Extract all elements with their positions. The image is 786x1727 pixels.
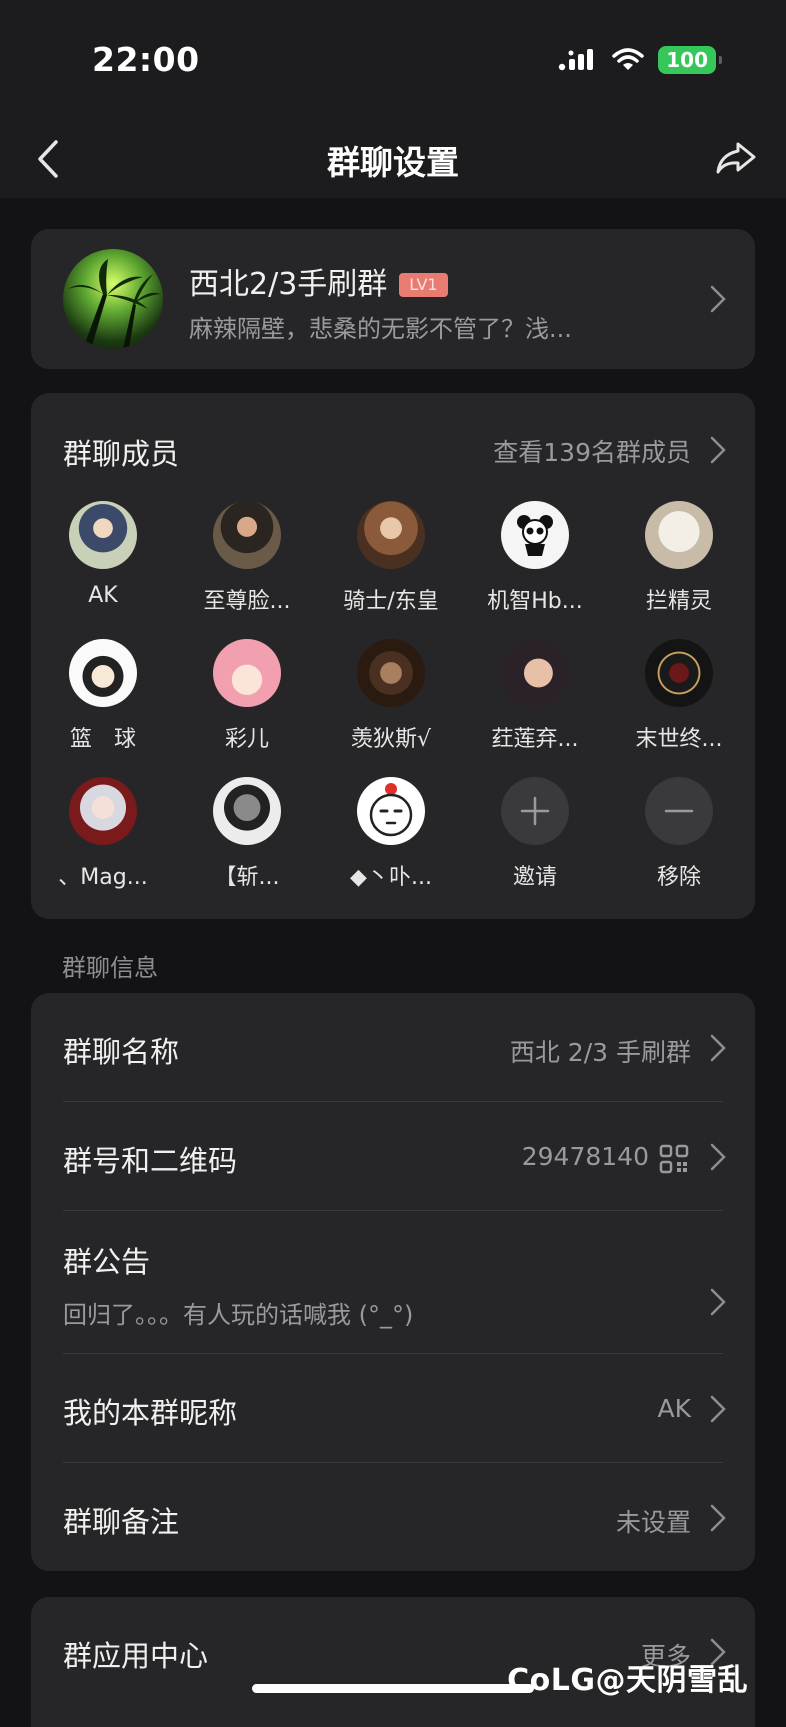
group-info-card: 群聊名称 西北 2/3 手刷群 群号和二维码 29478140 群公告 回归了。…: [31, 993, 755, 1571]
members-title: 群聊成员: [63, 437, 180, 471]
view-all-members-link[interactable]: 查看139名群成员: [493, 433, 691, 469]
member-avatar: [645, 501, 713, 569]
member-name: 拦精灵: [645, 589, 712, 614]
member-name: 末世终...: [635, 727, 723, 752]
member-name: 【斩...: [214, 865, 280, 890]
member-name: 、Mag...: [58, 865, 148, 890]
invite-member-button[interactable]: 邀请: [465, 777, 605, 891]
chevron-right-icon: [710, 1504, 726, 1532]
announcement-label: 群公告: [63, 1245, 151, 1279]
member-avatar: [69, 501, 137, 569]
announcement-row[interactable]: 群公告 回归了。。。有人玩的话喊我 (°_°): [31, 1211, 755, 1353]
member-name: 彩儿: [224, 727, 269, 752]
member-item[interactable]: 篮 球: [33, 639, 173, 753]
member-avatar: [213, 501, 281, 569]
member-item[interactable]: 彩儿: [177, 639, 317, 753]
member-item[interactable]: ◆丶卟...: [321, 777, 461, 891]
plus-icon: [501, 777, 569, 845]
member-item[interactable]: 拦精灵: [609, 501, 749, 615]
member-avatar: [357, 777, 425, 845]
member-avatar: [213, 777, 281, 845]
my-nickname-label: 我的本群昵称: [63, 1396, 238, 1430]
group-info-section-label: 群聊信息: [62, 954, 158, 982]
member-avatar: [501, 501, 569, 569]
member-item[interactable]: 骑士/东皇: [321, 501, 461, 615]
home-indicator: [252, 1684, 534, 1693]
member-item[interactable]: 机智Hb...: [465, 501, 605, 615]
level-badge: LV1: [399, 273, 448, 297]
group-profile-card[interactable]: 西北2/3手刷群 LV1 麻辣隔壁，悲桑的无影不管了？浅...: [31, 229, 755, 369]
member-name: AK: [88, 583, 118, 608]
group-remark-value: 未设置: [615, 1508, 691, 1537]
group-number-row[interactable]: 群号和二维码 29478140: [31, 1102, 755, 1210]
chevron-right-icon: [710, 1143, 726, 1171]
member-avatar: [69, 639, 137, 707]
announcement-text: 回归了。。。有人玩的话喊我 (°_°): [63, 1301, 414, 1329]
remove-member-button[interactable]: 移除: [609, 777, 749, 891]
group-apps-label: 群应用中心: [63, 1639, 209, 1673]
group-name-value: 西北 2/3 手刷群: [509, 1038, 691, 1067]
member-item[interactable]: 【斩...: [177, 777, 317, 891]
chevron-right-icon: [710, 1395, 726, 1423]
member-name: ◆丶卟...: [350, 865, 432, 890]
group-number-label: 群号和二维码: [63, 1144, 238, 1178]
panda-icon: [517, 515, 553, 556]
share-icon[interactable]: [710, 134, 760, 184]
group-name-label: 群聊名称: [63, 1035, 180, 1069]
chevron-right-icon[interactable]: [709, 435, 727, 465]
group-name: 西北2/3手刷群 LV1: [189, 259, 448, 303]
page-title: 群聊设置: [327, 143, 459, 182]
chevron-right-icon: [710, 285, 726, 313]
member-avatar: [357, 639, 425, 707]
group-avatar: [63, 249, 163, 349]
member-name: 至尊脸...: [203, 589, 291, 614]
group-latest-message: 麻辣隔壁，悲桑的无影不管了？浅...: [189, 315, 572, 343]
member-item[interactable]: AK: [33, 501, 173, 608]
chevron-right-icon: [710, 1288, 726, 1316]
minus-icon: [645, 777, 713, 845]
nav-bar: 群聊设置: [0, 120, 786, 198]
member-item[interactable]: 羡狄斯√: [321, 639, 461, 753]
member-name: 荭莲弃...: [491, 727, 579, 752]
group-remark-row[interactable]: 群聊备注 未设置: [31, 1463, 755, 1571]
watermark: CoLG@天阴雪乱: [507, 1663, 748, 1698]
status-icons: 100: [558, 46, 722, 74]
chevron-right-icon: [710, 1034, 726, 1062]
member-item[interactable]: 至尊脸...: [177, 501, 317, 615]
group-name-row[interactable]: 群聊名称 西北 2/3 手刷群: [31, 993, 755, 1101]
remove-label: 移除: [656, 865, 701, 890]
face-icon: [369, 783, 413, 837]
members-card: 群聊成员 查看139名群成员 AK 至尊脸... 骑士/东皇 机智Hb... 拦…: [31, 393, 755, 919]
member-item[interactable]: 荭莲弃...: [465, 639, 605, 753]
member-name: 机智Hb...: [487, 589, 583, 614]
signal-icon: [559, 49, 594, 71]
invite-label: 邀请: [512, 865, 557, 890]
member-avatar: [213, 639, 281, 707]
my-nickname-value: AK: [657, 1394, 692, 1423]
member-name: 篮 球: [69, 727, 136, 752]
member-avatar: [501, 639, 569, 707]
group-number-value: 29478140: [521, 1142, 649, 1171]
status-bar: 22:00 100: [0, 0, 786, 120]
member-avatar: [357, 501, 425, 569]
member-avatar: [645, 639, 713, 707]
my-nickname-row[interactable]: 我的本群昵称 AK: [31, 1354, 755, 1462]
qr-code-icon: [659, 1144, 689, 1174]
member-avatar: [69, 777, 137, 845]
wifi-icon: [612, 48, 644, 70]
battery-indicator: 100: [658, 46, 722, 74]
member-name: 羡狄斯√: [350, 727, 432, 752]
status-time: 22:00: [92, 40, 200, 79]
member-item[interactable]: 、Mag...: [33, 777, 173, 891]
member-name: 骑士/东皇: [343, 589, 439, 614]
member-item[interactable]: 末世终...: [609, 639, 749, 753]
group-name-text: 西北2/3手刷群: [189, 267, 388, 302]
group-remark-label: 群聊备注: [63, 1505, 180, 1539]
